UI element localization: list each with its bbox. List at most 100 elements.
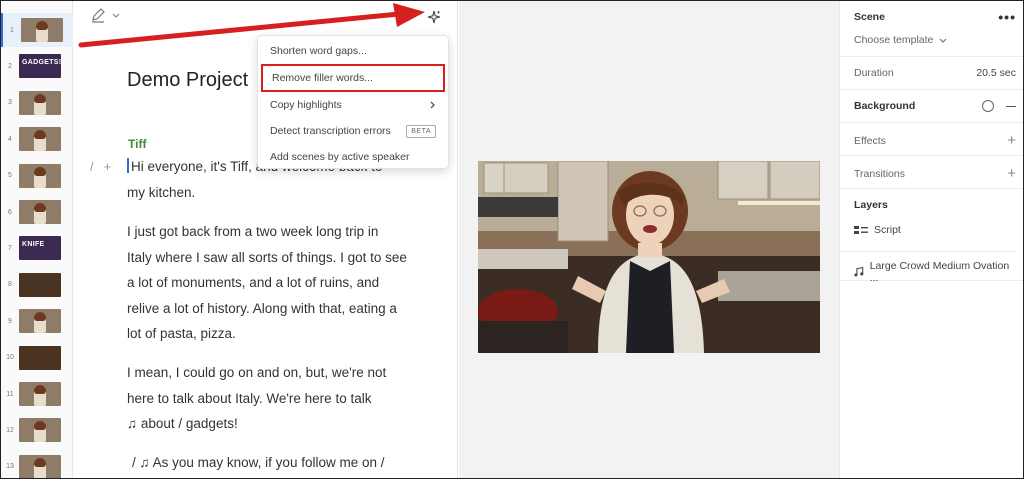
- scene-number: 7: [8, 244, 12, 252]
- scene-thumbnail-image: [19, 127, 61, 152]
- thumbnail-caption: KNIFE: [22, 241, 45, 249]
- remove-background-icon[interactable]: [1006, 105, 1016, 107]
- scene-thumbnail-image: [21, 18, 63, 42]
- scene-thumbnail-list[interactable]: 1 2 GADGETS! 3 4 5 6 7 KNIFE 8 9 10 11 12 13: [1, 1, 73, 478]
- scene-thumbnail[interactable]: 11: [1, 377, 73, 411]
- background-section: Background: [840, 90, 1023, 123]
- scene-thumbnail-image: [19, 382, 61, 406]
- script-line: here to talk about Italy. We're here to …: [127, 390, 372, 406]
- scene-thumbnail-image: KNIFE: [19, 236, 61, 261]
- script-line: lot of pasta, pizza.: [127, 326, 236, 341]
- chevron-right-icon: [430, 101, 435, 109]
- scene-number: 8: [8, 281, 12, 289]
- script-line: a lot of monuments, and a lot of ruins, …: [127, 275, 380, 290]
- menu-item-remove-filler-words[interactable]: Remove filler words...: [261, 64, 445, 92]
- scene-thumbnail[interactable]: 9: [1, 304, 73, 338]
- scene-thumbnail[interactable]: 8: [1, 268, 73, 302]
- duration-label: Duration: [854, 67, 894, 79]
- script-line: / ♫ As you may know, if you follow me on…: [132, 455, 385, 470]
- layer-script-label: Script: [874, 224, 901, 236]
- background-color-swatch[interactable]: [982, 100, 994, 112]
- scene-number: 4: [8, 135, 12, 143]
- add-scene-icon[interactable]: +: [104, 159, 112, 174]
- scene-thumbnail[interactable]: 5: [1, 159, 73, 193]
- scene-thumbnail[interactable]: 7 KNIFE: [1, 231, 73, 265]
- scene-number: 5: [8, 172, 12, 180]
- scene-thumbnail-image: GADGETS!: [19, 54, 61, 79]
- script-line: I mean, I could go on and on, but, we're…: [127, 365, 387, 380]
- scene-thumbnail[interactable]: 1: [1, 13, 73, 47]
- menu-item-label: Copy highlights: [270, 99, 342, 111]
- properties-panel: Scene ••• Choose template Duration 20.5 …: [839, 1, 1023, 478]
- scene-thumbnail-image: [19, 272, 61, 297]
- duration-section: Duration 20.5 sec: [840, 57, 1023, 90]
- scene-thumbnail-image: [19, 309, 61, 334]
- sparkle-icon: [427, 10, 441, 24]
- scene-thumbnail-image: [19, 454, 61, 478]
- menu-item-label: Add scenes by active speaker: [270, 151, 410, 163]
- add-transition-icon[interactable]: +: [1007, 165, 1016, 182]
- script-paragraph[interactable]: I just got back from a two week long tri…: [127, 219, 417, 347]
- layers-section: Layers Script Large Crowd Medium Ovation…: [840, 189, 1023, 284]
- beta-badge: BETA: [406, 124, 436, 138]
- scene-thumbnail[interactable]: 3: [1, 86, 73, 120]
- scene-number: 13: [6, 463, 14, 471]
- menu-item-label: Detect transcription errors: [270, 125, 391, 137]
- menu-item-label: Shorten word gaps...: [270, 45, 367, 57]
- app-window: 1 2 GADGETS! 3 4 5 6 7 KNIFE 8 9 10 11 12 13 Demo Proj…: [0, 0, 1024, 479]
- chevron-down-icon: [112, 13, 120, 18]
- layer-script[interactable]: Script: [854, 224, 1016, 236]
- scene-thumbnail-image: [19, 90, 61, 115]
- transitions-section: Transitions +: [840, 156, 1023, 189]
- scene-thumbnail-image: [19, 418, 61, 443]
- chevron-down-icon: [939, 38, 947, 43]
- text-cursor: [127, 158, 129, 173]
- line-gutter: / +: [90, 159, 111, 174]
- script-paragraph[interactable]: I mean, I could go on and on, but, we're…: [127, 360, 417, 437]
- script-line: my kitchen.: [127, 184, 196, 200]
- effects-label: Effects: [854, 134, 886, 147]
- scene-section: Scene ••• Choose template: [840, 1, 1023, 57]
- script-paragraph[interactable]: / ♫ As you may know, if you follow me on…: [132, 450, 422, 476]
- video-preview-area: [459, 1, 839, 478]
- script-line: Italy where I saw all sorts of things. I…: [127, 249, 407, 265]
- scene-label: Scene: [854, 11, 885, 23]
- scene-thumbnail[interactable]: 10: [1, 341, 73, 375]
- scene-thumbnail[interactable]: 13: [1, 450, 73, 478]
- layers-label: Layers: [854, 199, 888, 211]
- video-preview-image[interactable]: [478, 161, 820, 353]
- scene-number: 6: [8, 208, 12, 216]
- scene-thumbnail[interactable]: 6: [1, 195, 73, 229]
- menu-item-detect-transcription-errors[interactable]: Detect transcription errors BETA: [258, 118, 448, 144]
- more-options-icon[interactable]: •••: [998, 9, 1016, 25]
- menu-item-label: Remove filler words...: [272, 72, 373, 84]
- magic-tools-menu: Shorten word gaps... Remove filler words.…: [257, 35, 449, 169]
- pen-tool-dropdown[interactable]: [90, 7, 120, 23]
- menu-item-add-scenes-by-active-speaker[interactable]: Add scenes by active speaker: [258, 144, 448, 170]
- scene-thumbnail[interactable]: 12: [1, 413, 73, 447]
- script-line: ♫ about / gadgets!: [127, 416, 238, 431]
- menu-item-copy-highlights[interactable]: Copy highlights: [258, 92, 448, 118]
- script-layer-icon: [854, 226, 868, 234]
- choose-template-label: Choose template: [854, 34, 934, 46]
- background-label: Background: [854, 100, 916, 112]
- add-effect-icon[interactable]: +: [1007, 132, 1016, 149]
- slash-mark: /: [90, 159, 94, 174]
- music-note-icon: [854, 267, 864, 277]
- script-line: relive a lot of history. Along with that…: [127, 300, 397, 316]
- menu-item-shorten-word-gaps[interactable]: Shorten word gaps...: [258, 38, 448, 64]
- scene-number: 2: [8, 62, 12, 70]
- scene-thumbnail-image: [19, 345, 61, 370]
- layer-audio-label: Large Crowd Medium Ovation ...: [869, 260, 1010, 284]
- duration-value[interactable]: 20.5 sec: [976, 67, 1016, 79]
- scene-number: 12: [6, 426, 14, 434]
- transitions-label: Transitions: [854, 167, 905, 180]
- layer-audio[interactable]: Large Crowd Medium Ovation ...: [840, 251, 1016, 284]
- scene-thumbnail[interactable]: 4: [1, 122, 73, 156]
- project-title[interactable]: Demo Project: [127, 69, 248, 92]
- choose-template-dropdown[interactable]: Choose template: [854, 34, 1016, 46]
- magic-tools-button[interactable]: [423, 6, 445, 28]
- speaker-label[interactable]: Tiff: [128, 137, 146, 151]
- scene-thumbnail[interactable]: 2 GADGETS!: [1, 49, 73, 83]
- scene-number: 9: [8, 317, 12, 325]
